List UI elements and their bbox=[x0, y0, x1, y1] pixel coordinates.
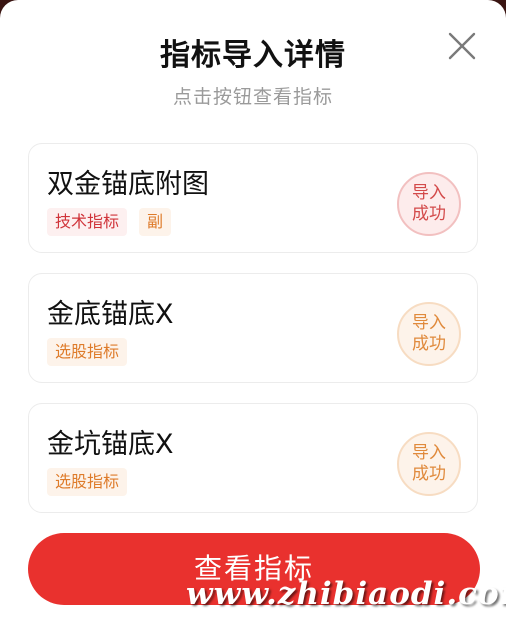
stamp-line-2: 成功 bbox=[412, 464, 446, 484]
indicator-name: 金坑锚底X bbox=[47, 429, 174, 460]
indicator-name: 双金锚底附图 bbox=[47, 169, 209, 200]
dialog-subtitle: 点击按钮查看指标 bbox=[172, 86, 333, 108]
import-success-stamp: 导入 成功 bbox=[397, 172, 461, 236]
indicator-card: 双金锚底附图 技术指标 副 导入 成功 bbox=[28, 143, 478, 253]
tag-stock-selection: 选股指标 bbox=[47, 338, 128, 366]
site-watermark: www.zhibiaodi.com bbox=[186, 576, 506, 612]
indicator-card: 金底锚底X 选股指标 导入 成功 bbox=[28, 273, 478, 383]
stamp-line-2: 成功 bbox=[412, 204, 446, 224]
tag-sub-chart: 副 bbox=[139, 208, 172, 236]
tag-technical-indicator: 技术指标 bbox=[47, 208, 128, 236]
import-success-stamp: 导入 成功 bbox=[397, 302, 461, 366]
import-details-dialog: 指标导入详情 点击按钮查看指标 双金锚底附图 技术指标 副 导入 成功 金底锚底… bbox=[0, 0, 506, 629]
indicator-tags: 选股指标 bbox=[47, 468, 128, 496]
indicator-name: 金底锚底X bbox=[47, 299, 174, 330]
indicator-card: 金坑锚底X 选股指标 导入 成功 bbox=[28, 403, 478, 513]
stamp-line-1: 导入 bbox=[412, 313, 446, 333]
close-icon[interactable] bbox=[444, 28, 480, 64]
indicator-tags: 技术指标 副 bbox=[47, 208, 172, 236]
stamp-line-1: 导入 bbox=[412, 183, 446, 203]
stamp-line-2: 成功 bbox=[412, 334, 446, 354]
indicator-tags: 选股指标 bbox=[47, 338, 128, 366]
import-success-stamp: 导入 成功 bbox=[397, 432, 461, 496]
stamp-line-1: 导入 bbox=[412, 443, 446, 463]
dialog-title: 指标导入详情 bbox=[160, 38, 346, 73]
tag-stock-selection: 选股指标 bbox=[47, 468, 128, 496]
